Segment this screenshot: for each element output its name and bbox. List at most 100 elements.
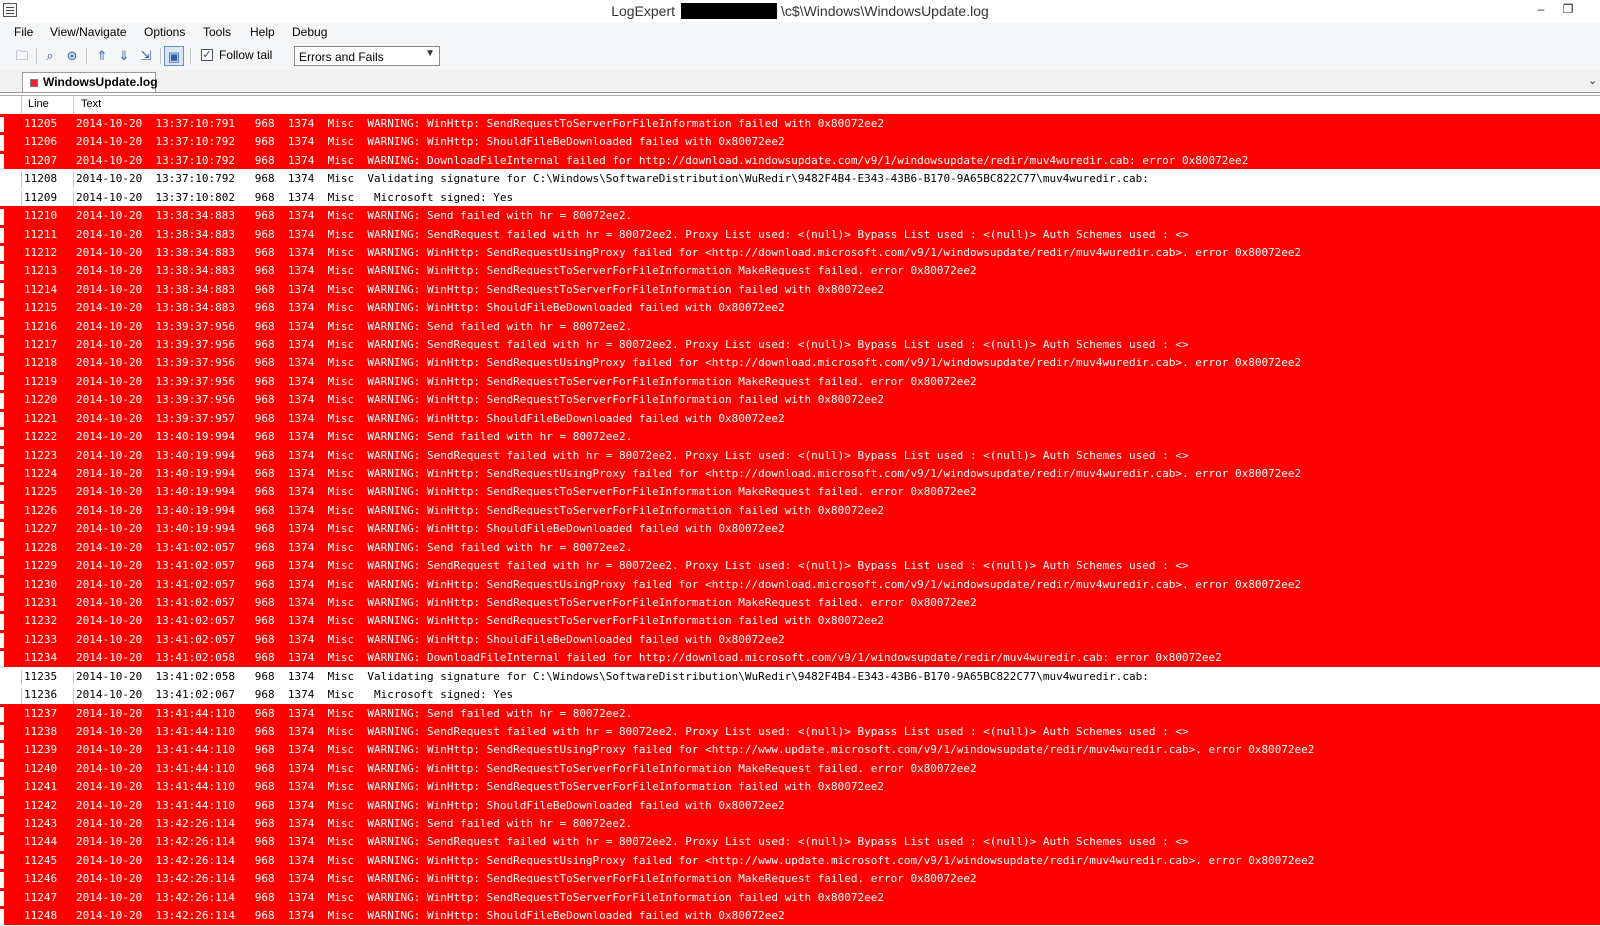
- log-row[interactable]: 11245 2014-10-20 13:42:26:114 968 1374 Mi…: [0, 850, 1600, 870]
- minimize-button[interactable]: –: [1528, 0, 1554, 20]
- row-marker: [0, 614, 4, 630]
- log-row[interactable]: 11211 2014-10-20 13:38:34:883 968 1374 Mi…: [0, 224, 1600, 243]
- log-row[interactable]: 11240 2014-10-20 13:41:44:110 968 1374 Mi…: [0, 758, 1600, 778]
- row-marker: [0, 890, 4, 907]
- grid-header: Line Text: [0, 95, 1600, 115]
- column-header-line[interactable]: Line: [28, 98, 49, 110]
- tab-strip: WindowsUpdate.log ⌄: [0, 70, 1600, 93]
- next-bookmark-icon[interactable]: ⇓: [114, 46, 134, 66]
- row-divider: [73, 743, 74, 759]
- log-text: 2014-10-20 13:42:26:114 968 1374 Misc WA…: [76, 909, 785, 923]
- log-row[interactable]: 11218 2014-10-20 13:39:37:956 968 1374 Mi…: [0, 353, 1600, 372]
- log-row[interactable]: 11208 2014-10-20 13:37:10:792 968 1374 Mi…: [0, 169, 1600, 188]
- log-row[interactable]: 11247 2014-10-20 13:42:26:114 968 1374 Mi…: [0, 887, 1600, 907]
- row-marker: [0, 872, 4, 888]
- log-row[interactable]: 11219 2014-10-20 13:39:37:956 968 1374 Mi…: [0, 371, 1600, 391]
- log-row[interactable]: 11223 2014-10-20 13:40:19:994 968 1374 Mi…: [0, 445, 1600, 465]
- log-text: 2014-10-20 13:40:19:994 968 1374 Misc WA…: [76, 430, 633, 444]
- log-row[interactable]: 11231 2014-10-20 13:41:02:057 968 1374 Mi…: [0, 592, 1600, 612]
- log-row[interactable]: 11243 2014-10-20 13:42:26:114 968 1374 Mi…: [0, 814, 1600, 833]
- row-marker: [0, 282, 4, 299]
- log-row[interactable]: 11207 2014-10-20 13:37:10:792 968 1374 Mi…: [0, 150, 1600, 170]
- log-row[interactable]: 11236 2014-10-20 13:41:02:067 968 1374 Mi…: [0, 685, 1600, 704]
- highlight-icon[interactable]: ▣: [164, 46, 184, 66]
- menu-help[interactable]: Help: [250, 25, 275, 39]
- menu-view-navigate[interactable]: View/Navigate: [50, 25, 127, 39]
- log-row[interactable]: 11224 2014-10-20 13:40:19:994 968 1374 Mi…: [0, 464, 1600, 483]
- row-divider: [73, 614, 74, 630]
- row-marker: [0, 245, 4, 262]
- restore-button[interactable]: ❐: [1555, 0, 1581, 20]
- log-row[interactable]: 11232 2014-10-20 13:41:02:057 968 1374 Mi…: [0, 611, 1600, 630]
- row-marker: [0, 411, 4, 428]
- log-row[interactable]: 11228 2014-10-20 13:41:02:057 968 1374 Mi…: [0, 537, 1600, 557]
- log-row[interactable]: 11246 2014-10-20 13:42:26:114 968 1374 Mi…: [0, 869, 1600, 888]
- prev-bookmark-icon[interactable]: ⇑: [92, 46, 112, 66]
- row-divider: [21, 190, 22, 207]
- log-row[interactable]: 11229 2014-10-20 13:41:02:057 968 1374 Mi…: [0, 556, 1600, 575]
- menu-file[interactable]: File: [14, 25, 33, 39]
- log-row[interactable]: 11210 2014-10-20 13:38:34:883 968 1374 Mi…: [0, 206, 1600, 225]
- log-row[interactable]: 11244 2014-10-20 13:42:26:114 968 1374 Mi…: [0, 832, 1600, 851]
- line-number: 11222: [24, 430, 58, 444]
- menu-tools[interactable]: Tools: [203, 25, 231, 39]
- log-row[interactable]: 11205 2014-10-20 13:37:10:791 968 1374 Mi…: [0, 114, 1600, 133]
- line-number: 11208: [24, 172, 58, 186]
- log-row[interactable]: 11227 2014-10-20 13:40:19:994 968 1374 Mi…: [0, 519, 1600, 538]
- log-row[interactable]: 11222 2014-10-20 13:40:19:994 968 1374 Mi…: [0, 427, 1600, 446]
- log-row[interactable]: 11221 2014-10-20 13:39:37:957 968 1374 Mi…: [0, 408, 1600, 428]
- log-row[interactable]: 11225 2014-10-20 13:40:19:994 968 1374 Mi…: [0, 482, 1600, 501]
- column-header-text[interactable]: Text: [81, 98, 101, 110]
- log-row[interactable]: 11213 2014-10-20 13:38:34:883 968 1374 Mi…: [0, 261, 1600, 280]
- log-row[interactable]: 11235 2014-10-20 13:41:02:058 968 1374 Mi…: [0, 666, 1600, 686]
- log-row[interactable]: 11233 2014-10-20 13:41:02:057 968 1374 Mi…: [0, 629, 1600, 649]
- log-text: 2014-10-20 13:41:02:057 968 1374 Misc WA…: [76, 540, 633, 554]
- row-divider: [21, 245, 22, 262]
- row-divider: [73, 117, 74, 133]
- row-marker: [0, 798, 4, 815]
- log-row[interactable]: 11215 2014-10-20 13:38:34:883 968 1374 Mi…: [0, 298, 1600, 317]
- log-row[interactable]: 11217 2014-10-20 13:39:37:956 968 1374 Mi…: [0, 335, 1600, 354]
- row-divider: [21, 743, 22, 759]
- tab-list-chevron-icon[interactable]: ⌄: [1588, 74, 1597, 87]
- log-row[interactable]: 11237 2014-10-20 13:41:44:110 968 1374 Mi…: [0, 703, 1600, 722]
- open-file-icon[interactable]: 🗀: [12, 46, 32, 66]
- log-text: 2014-10-20 13:38:34:883 968 1374 Misc WA…: [76, 301, 785, 315]
- log-grid[interactable]: Line Text 11205 2014-10-20 13:37:10:791 9…: [0, 95, 1600, 926]
- row-divider: [73, 706, 74, 722]
- log-row[interactable]: 11238 2014-10-20 13:41:44:110 968 1374 Mi…: [0, 721, 1600, 741]
- line-number: 11242: [24, 798, 58, 812]
- log-text: 2014-10-20 13:39:37:957 968 1374 Misc WA…: [76, 411, 785, 425]
- line-number: 11243: [24, 817, 58, 831]
- log-row[interactable]: 11212 2014-10-20 13:38:34:883 968 1374 Mi…: [0, 242, 1600, 262]
- log-row[interactable]: 11206 2014-10-20 13:37:10:792 968 1374 Mi…: [0, 132, 1600, 151]
- window-title: LogExpert \c$\Windows\WindowsUpdate.log: [0, 3, 1600, 19]
- log-row[interactable]: 11214 2014-10-20 13:38:34:883 968 1374 Mi…: [0, 279, 1600, 299]
- row-marker: [0, 393, 4, 409]
- row-divider: [73, 209, 74, 225]
- log-row[interactable]: 11242 2014-10-20 13:41:44:110 968 1374 Mi…: [0, 795, 1600, 815]
- log-row[interactable]: 11241 2014-10-20 13:41:44:110 968 1374 Mi…: [0, 777, 1600, 796]
- log-row[interactable]: 11230 2014-10-20 13:41:02:057 968 1374 Mi…: [0, 574, 1600, 593]
- menu-debug[interactable]: Debug: [292, 25, 327, 39]
- menu-bar: File View/Navigate Options Tools Help De…: [0, 22, 1600, 42]
- row-divider: [73, 503, 74, 520]
- filter-icon[interactable]: ⊛: [62, 46, 82, 66]
- log-row[interactable]: 11234 2014-10-20 13:41:02:058 968 1374 Mi…: [0, 648, 1600, 667]
- tab-windowsupdate-log[interactable]: WindowsUpdate.log: [22, 72, 158, 92]
- log-row[interactable]: 11248 2014-10-20 13:42:26:114 968 1374 Mi…: [0, 906, 1600, 925]
- log-row[interactable]: 11239 2014-10-20 13:41:44:110 968 1374 Mi…: [0, 740, 1600, 759]
- row-divider: [21, 172, 22, 188]
- log-row[interactable]: 11209 2014-10-20 13:37:10:802 968 1374 Mi…: [0, 187, 1600, 207]
- goto-bookmark-icon[interactable]: ⇲: [136, 46, 156, 66]
- follow-tail-checkbox[interactable]: ✓: [201, 49, 213, 61]
- log-row[interactable]: 11226 2014-10-20 13:40:19:994 968 1374 Mi…: [0, 500, 1600, 520]
- log-row[interactable]: 11216 2014-10-20 13:39:37:956 968 1374 Mi…: [0, 316, 1600, 336]
- highlight-group-select[interactable]: Errors and Fails ▼: [294, 46, 440, 66]
- row-marker: [0, 172, 4, 188]
- line-number: 11248: [24, 909, 58, 923]
- menu-options[interactable]: Options: [144, 25, 185, 39]
- search-icon[interactable]: ⌕: [40, 46, 60, 66]
- row-divider: [21, 614, 22, 630]
- log-row[interactable]: 11220 2014-10-20 13:39:37:956 968 1374 Mi…: [0, 390, 1600, 409]
